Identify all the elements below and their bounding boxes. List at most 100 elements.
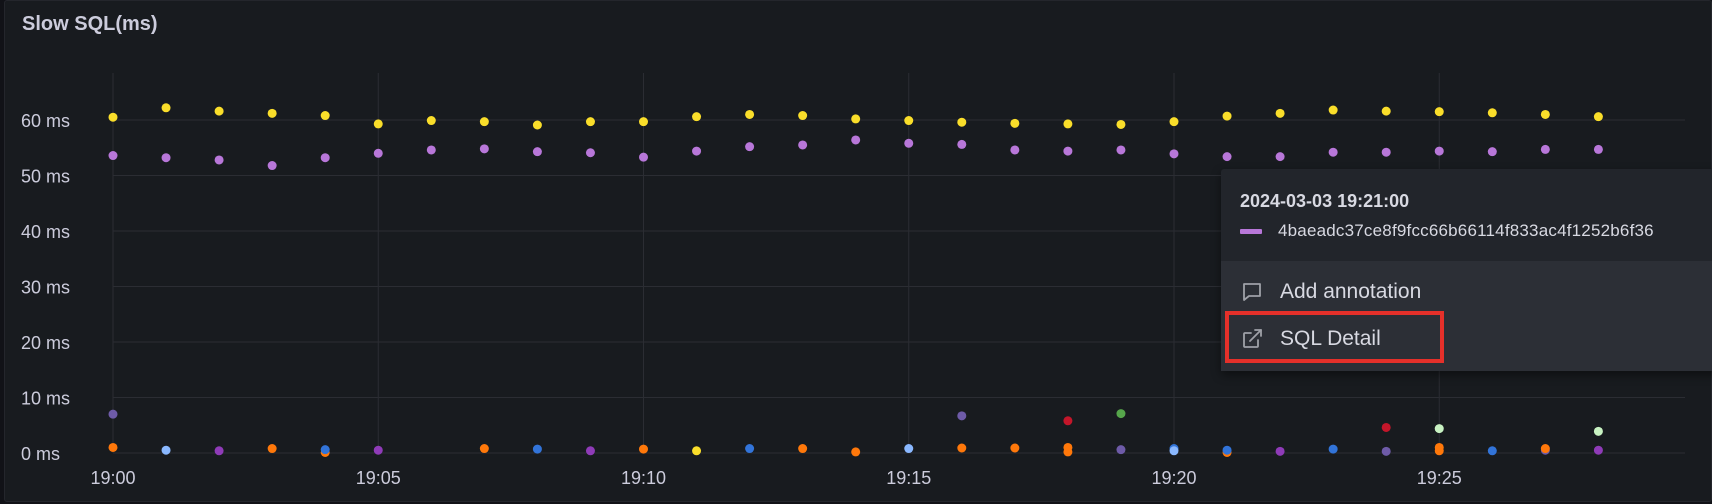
data-point <box>1328 444 1338 454</box>
data-point <box>957 443 967 453</box>
data-point <box>267 444 277 454</box>
data-point <box>1487 446 1497 456</box>
data-point <box>1593 426 1603 436</box>
data-point <box>639 117 648 127</box>
data-point <box>1116 145 1126 155</box>
data-point <box>745 444 755 454</box>
data-point <box>108 151 118 161</box>
data-point <box>1540 144 1550 154</box>
data-point <box>161 445 171 455</box>
tooltip-menu: Add annotation SQL Detail <box>1221 261 1712 371</box>
data-point <box>1116 119 1126 129</box>
data-point <box>851 447 861 457</box>
data-point <box>1010 118 1020 128</box>
data-point <box>904 138 914 148</box>
data-point <box>426 116 436 126</box>
data-point <box>904 116 914 126</box>
data-point <box>161 103 171 113</box>
data-point <box>692 146 702 156</box>
data-point <box>1593 445 1603 455</box>
data-point <box>745 109 755 119</box>
data-point <box>1328 147 1338 157</box>
data-point <box>1434 446 1444 456</box>
x-tick-label: 19:10 <box>621 468 666 488</box>
y-tick-label: 30 ms <box>21 278 70 298</box>
sql-detail-label: SQL Detail <box>1280 327 1381 350</box>
data-point <box>1487 108 1497 118</box>
data-point <box>851 114 861 124</box>
data-point <box>214 446 224 456</box>
data-point <box>1487 147 1497 157</box>
y-tick-label: 60 ms <box>21 111 70 131</box>
data-point <box>214 106 224 116</box>
data-point <box>373 119 383 129</box>
tooltip-timestamp: 2024-03-03 19:21:00 <box>1240 191 1410 211</box>
data-point <box>639 444 648 454</box>
tooltip-series-row: 4baeadc37ce8f9fcc66b66114f833ac4f1252b6f… <box>1240 221 1654 241</box>
data-point <box>1063 146 1073 156</box>
y-tick-label: 10 ms <box>21 389 70 409</box>
tooltip-series-id: 4baeadc37ce8f9fcc66b66114f833ac4f1252b6f… <box>1278 221 1654 240</box>
data-point <box>585 148 595 158</box>
data-point <box>1010 145 1020 155</box>
data-point <box>373 148 383 158</box>
data-point <box>426 145 436 155</box>
data-point <box>1116 409 1126 419</box>
data-point <box>1063 416 1073 426</box>
data-point <box>320 445 330 455</box>
data-point <box>1328 105 1338 115</box>
data-point <box>1169 117 1179 127</box>
data-point <box>1381 422 1391 432</box>
data-point <box>1381 106 1391 116</box>
data-point <box>585 446 595 456</box>
data-point <box>532 147 542 157</box>
data-point <box>1381 446 1391 456</box>
x-tick-label: 19:00 <box>90 468 135 488</box>
data-point <box>373 445 383 455</box>
x-tick-label: 19:15 <box>886 468 931 488</box>
y-tick-label: 40 ms <box>21 222 70 242</box>
data-point <box>1063 447 1073 457</box>
data-point <box>1222 445 1232 455</box>
external-link-icon <box>1243 329 1262 348</box>
data-point <box>479 444 489 454</box>
data-point <box>532 120 542 130</box>
data-point <box>851 135 861 145</box>
data-point <box>161 153 171 163</box>
data-point <box>1169 149 1179 159</box>
y-tick-label: 20 ms <box>21 333 70 353</box>
data-point <box>479 117 489 127</box>
data-point <box>108 112 118 122</box>
data-point <box>320 111 330 121</box>
data-point <box>904 444 914 454</box>
y-tick-label: 0 ms <box>21 444 60 464</box>
data-point <box>798 444 808 454</box>
comment-icon <box>1243 283 1261 301</box>
add-annotation-menu-item[interactable]: Add annotation <box>1221 269 1712 315</box>
data-point <box>692 112 702 122</box>
data-point <box>1063 119 1073 129</box>
data-point <box>532 444 542 454</box>
data-point <box>1434 424 1444 434</box>
data-point <box>745 142 755 152</box>
data-point <box>957 139 967 149</box>
data-point <box>479 144 489 154</box>
add-annotation-label: Add annotation <box>1280 280 1422 303</box>
data-point <box>692 446 702 456</box>
x-tick-label: 19:25 <box>1417 468 1462 488</box>
data-point <box>267 161 277 171</box>
data-point <box>1593 112 1603 122</box>
data-point <box>798 111 808 121</box>
sql-detail-menu-item[interactable]: SQL Detail <box>1221 316 1712 362</box>
data-point <box>1010 443 1020 453</box>
data-point <box>1434 146 1444 156</box>
data-point <box>1275 152 1285 162</box>
data-point-tooltip: 2024-03-03 19:21:00 4baeadc37ce8f9fcc66b… <box>1221 169 1712 371</box>
data-point <box>267 108 277 118</box>
data-point <box>798 140 808 150</box>
data-point <box>1116 445 1126 455</box>
data-point <box>1540 109 1550 119</box>
data-point <box>585 117 595 127</box>
data-point <box>1540 444 1550 454</box>
data-point <box>320 153 330 163</box>
